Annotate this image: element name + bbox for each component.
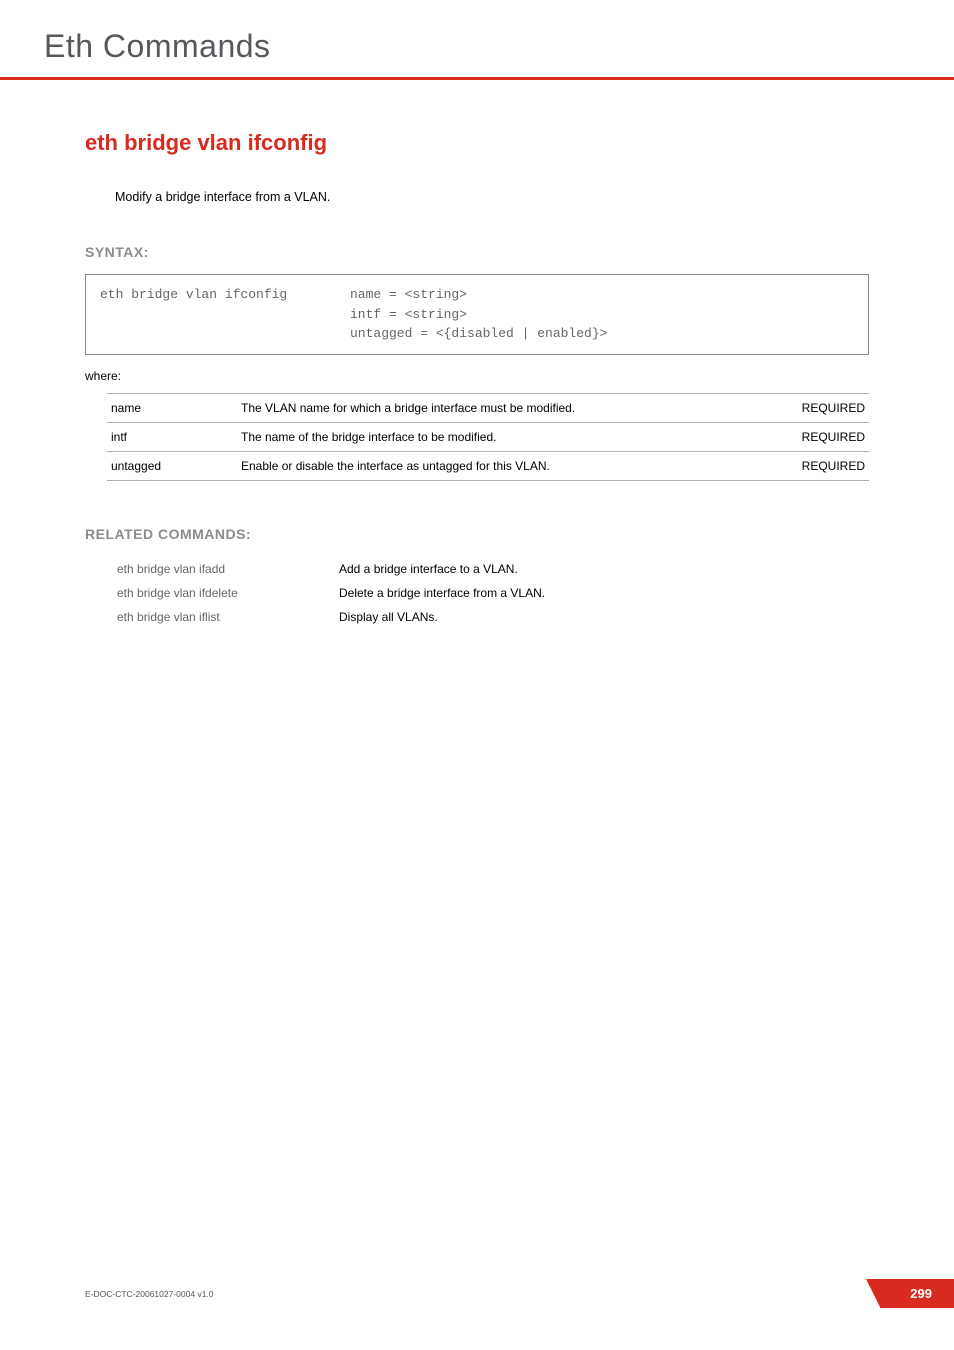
syntax-arg-line: untagged = <{disabled | enabled}> bbox=[350, 324, 854, 344]
related-command: eth bridge vlan ifdelete bbox=[117, 582, 337, 604]
page-heading: Eth Commands bbox=[44, 28, 894, 65]
table-row: eth bridge vlan ifadd Add a bridge inter… bbox=[117, 558, 545, 580]
syntax-arg-line: name = <string> bbox=[350, 285, 854, 305]
table-row: untagged Enable or disable the interface… bbox=[107, 451, 869, 480]
related-description: Add a bridge interface to a VLAN. bbox=[339, 558, 545, 580]
related-command: eth bridge vlan ifadd bbox=[117, 558, 337, 580]
page-number-badge: 299 bbox=[880, 1279, 954, 1308]
command-description: Modify a bridge interface from a VLAN. bbox=[115, 190, 869, 204]
related-description: Display all VLANs. bbox=[339, 606, 545, 628]
param-req: REQUIRED bbox=[779, 393, 869, 422]
table-row: eth bridge vlan ifdelete Delete a bridge… bbox=[117, 582, 545, 604]
related-heading: RELATED COMMANDS: bbox=[85, 526, 869, 542]
where-label: where: bbox=[85, 369, 869, 383]
syntax-command: eth bridge vlan ifconfig bbox=[100, 285, 350, 344]
param-req: REQUIRED bbox=[779, 451, 869, 480]
syntax-arg-line: intf = <string> bbox=[350, 305, 854, 325]
related-command: eth bridge vlan iflist bbox=[117, 606, 337, 628]
page-footer: E-DOC-CTC-20061027-0004 v1.0 299 bbox=[0, 1279, 954, 1308]
param-name: name bbox=[107, 393, 237, 422]
related-description: Delete a bridge interface from a VLAN. bbox=[339, 582, 545, 604]
syntax-heading: SYNTAX: bbox=[85, 244, 869, 260]
page-header: Eth Commands bbox=[0, 0, 954, 80]
command-title: eth bridge vlan ifconfig bbox=[85, 130, 869, 156]
params-table: name The VLAN name for which a bridge in… bbox=[107, 393, 869, 481]
table-row: intf The name of the bridge interface to… bbox=[107, 422, 869, 451]
param-desc: The VLAN name for which a bridge interfa… bbox=[237, 393, 779, 422]
document-id: E-DOC-CTC-20061027-0004 v1.0 bbox=[85, 1289, 214, 1299]
table-row: eth bridge vlan iflist Display all VLANs… bbox=[117, 606, 545, 628]
param-name: intf bbox=[107, 422, 237, 451]
param-req: REQUIRED bbox=[779, 422, 869, 451]
syntax-args: name = <string> intf = <string> untagged… bbox=[350, 285, 854, 344]
related-table: eth bridge vlan ifadd Add a bridge inter… bbox=[115, 556, 547, 630]
param-desc: The name of the bridge interface to be m… bbox=[237, 422, 779, 451]
syntax-box: eth bridge vlan ifconfig name = <string>… bbox=[85, 274, 869, 355]
table-row: name The VLAN name for which a bridge in… bbox=[107, 393, 869, 422]
param-desc: Enable or disable the interface as untag… bbox=[237, 451, 779, 480]
content-area: eth bridge vlan ifconfig Modify a bridge… bbox=[0, 80, 954, 630]
param-name: untagged bbox=[107, 451, 237, 480]
